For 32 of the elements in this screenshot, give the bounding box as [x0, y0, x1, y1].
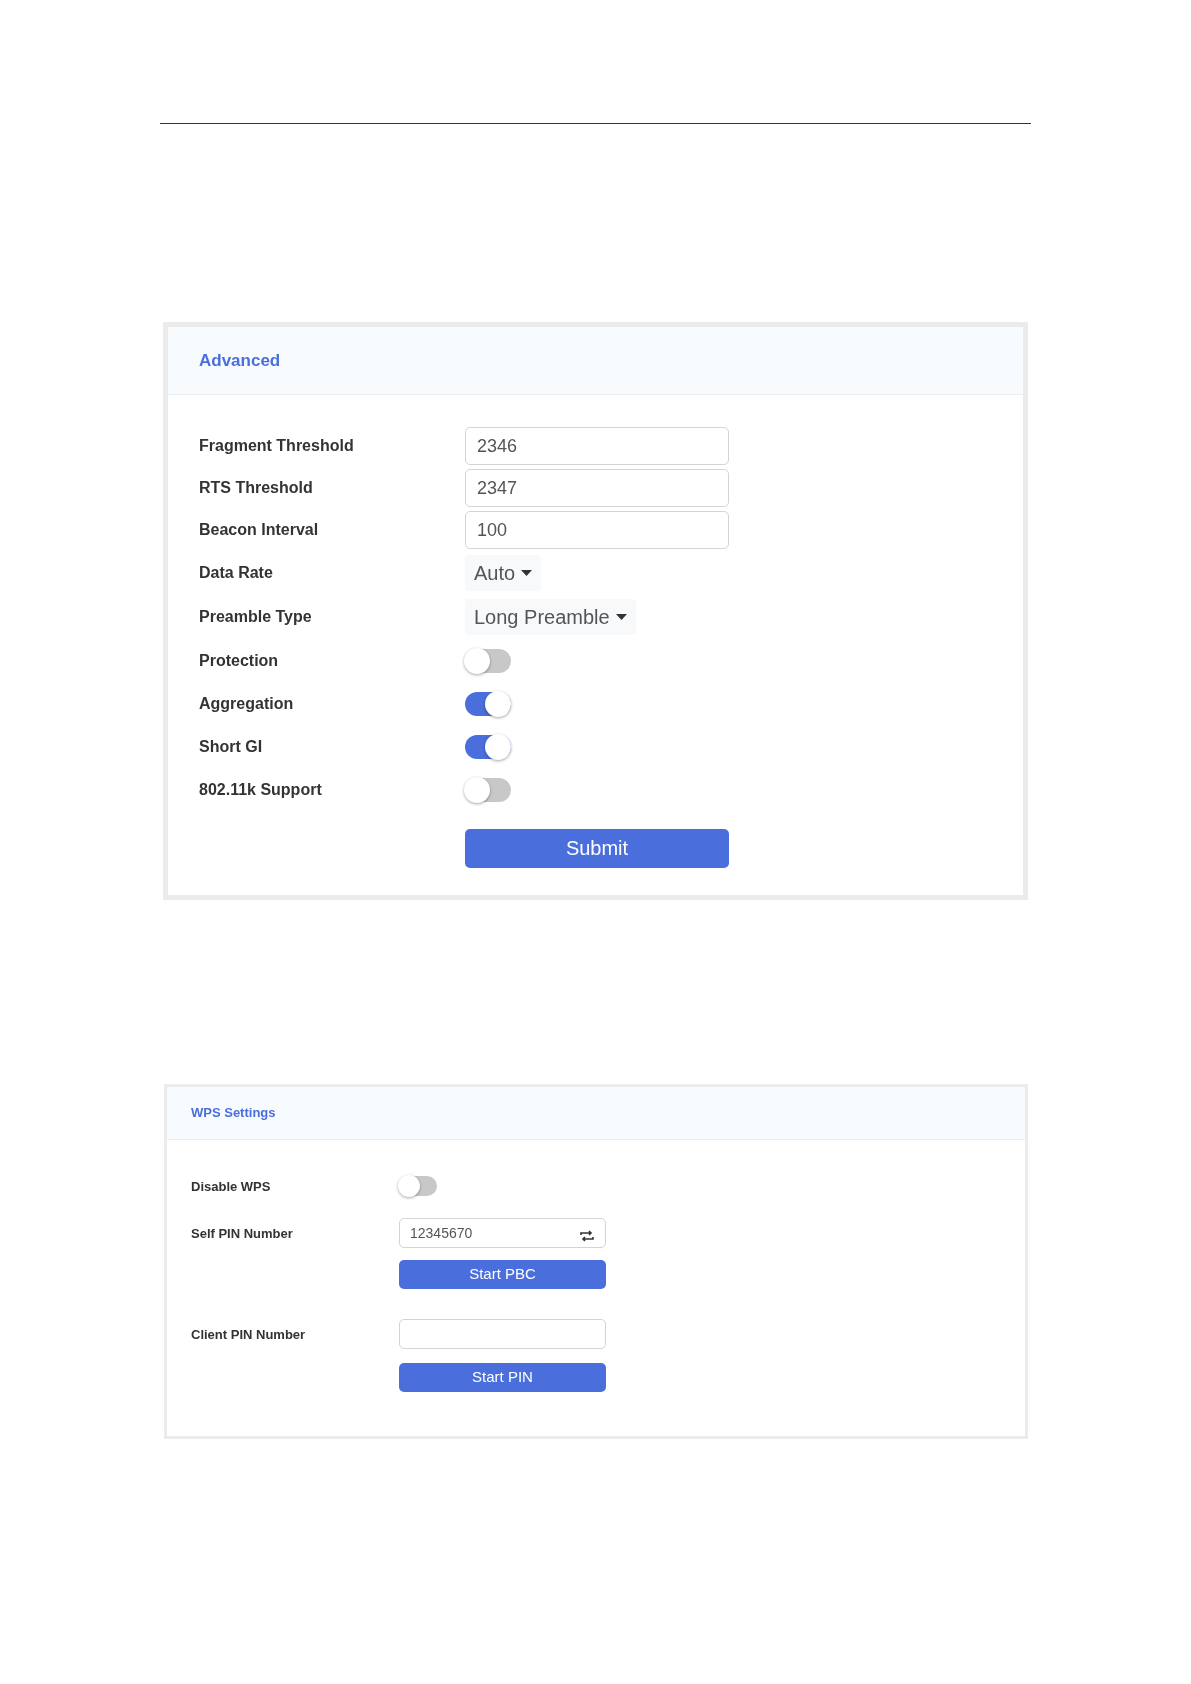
- refresh-icon[interactable]: [579, 1230, 595, 1242]
- field-label: Protection: [199, 651, 279, 669]
- field-label: 802.11k Support: [199, 780, 322, 798]
- toggle-switch[interactable]: [465, 691, 511, 716]
- field-label: Fragment Threshold: [199, 437, 354, 454]
- input-field[interactable]: 12345670: [399, 1218, 606, 1248]
- field-label: Self PIN Number: [191, 1226, 293, 1241]
- field-label: Aggregation: [199, 694, 294, 712]
- field-label: Disable WPS: [191, 1179, 271, 1194]
- panel-title: WPS Settings: [191, 1104, 276, 1123]
- dropdown[interactable]: Long Preamble: [465, 599, 636, 635]
- input-field[interactable]: 2347: [465, 469, 729, 507]
- toggle-switch[interactable]: [465, 648, 511, 673]
- toggle-switch[interactable]: [465, 734, 511, 759]
- field-label: Client PIN Number: [191, 1327, 306, 1342]
- input-field[interactable]: [399, 1319, 606, 1349]
- submit-button[interactable]: Submit: [465, 828, 729, 868]
- panel-title: Advanced: [199, 349, 281, 372]
- input-field[interactable]: 100: [465, 511, 729, 549]
- caret-icon: [521, 570, 533, 576]
- caret-icon: [615, 614, 627, 620]
- toggle-switch[interactable]: [465, 777, 511, 802]
- field-label: Short GI: [199, 737, 263, 755]
- field-label: Data Rate: [199, 564, 273, 581]
- dropdown[interactable]: Auto: [465, 555, 542, 591]
- input-field[interactable]: 2346: [465, 427, 729, 465]
- start-button[interactable]: Start PBC: [399, 1260, 606, 1289]
- field-label: Preamble Type: [199, 608, 312, 625]
- toggle-switch[interactable]: [399, 1176, 437, 1196]
- start-button[interactable]: Start PIN: [399, 1363, 606, 1392]
- field-label: RTS Threshold: [199, 479, 313, 496]
- field-label: Beacon Interval: [199, 521, 319, 538]
